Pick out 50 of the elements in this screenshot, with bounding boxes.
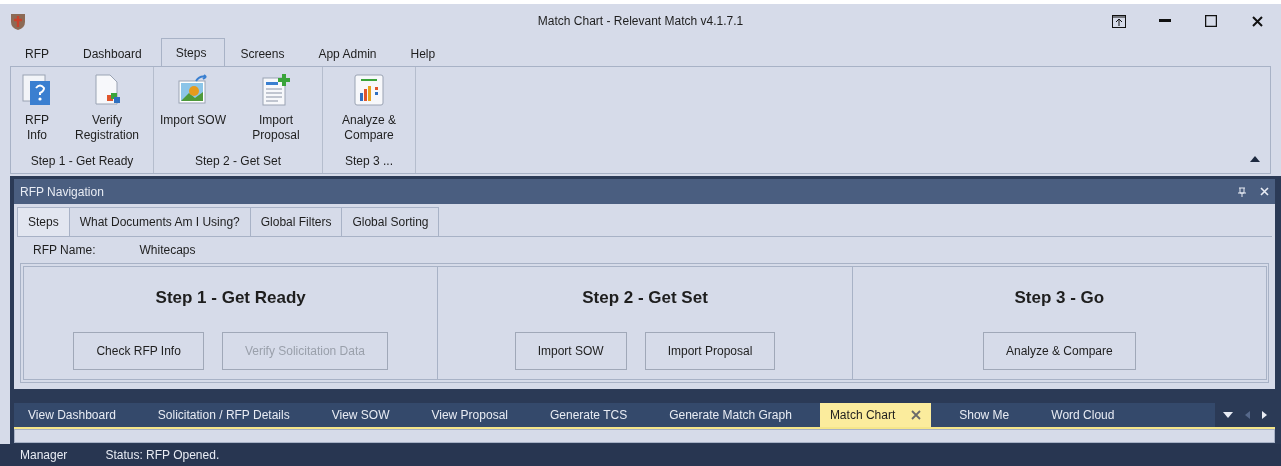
step-title: Step 3 - Go xyxy=(1014,288,1105,308)
ribbon-tab[interactable]: Dashboard xyxy=(68,40,161,66)
ribbon-tab[interactable]: App Admin xyxy=(303,40,396,66)
pin-window-icon[interactable] xyxy=(1112,14,1126,28)
image-import-icon xyxy=(176,73,210,107)
ribbon-tab[interactable]: Steps xyxy=(160,38,226,66)
pin-icon[interactable] xyxy=(1238,186,1246,197)
collapse-ribbon-icon[interactable] xyxy=(1250,156,1260,162)
document-tab[interactable]: Generate TCS xyxy=(536,403,642,427)
group-label: Step 1 - Get Ready xyxy=(30,154,134,168)
document-tab[interactable]: Generate Match Graph xyxy=(655,403,806,427)
step-title: Step 2 - Get Set xyxy=(582,288,708,308)
step-button[interactable]: Check RFP Info xyxy=(73,332,204,370)
field-label: RFP Name: xyxy=(33,243,96,257)
maximize-icon[interactable] xyxy=(1205,15,1217,27)
group-label: Step 3 ... xyxy=(345,154,394,168)
ribbon-button[interactable]: RFP Info xyxy=(13,67,61,154)
ribbon-button[interactable]: Import Proposal xyxy=(232,67,320,154)
document-tab[interactable]: View Proposal xyxy=(417,403,522,427)
document-tab[interactable]: Match Chart xyxy=(819,403,932,427)
step-title: Step 1 - Get Ready xyxy=(155,288,306,308)
ribbon-button[interactable]: Analyze & Compare xyxy=(325,67,413,154)
window-title: Match Chart - Relevant Match v4.1.7.1 xyxy=(537,14,744,28)
step-button[interactable]: Import Proposal xyxy=(644,332,776,370)
panel-tab[interactable]: Global Sorting xyxy=(341,207,440,236)
bar-chart-icon xyxy=(352,73,386,107)
minimize-icon[interactable] xyxy=(1159,19,1171,23)
step-button[interactable]: Import SOW xyxy=(514,332,627,370)
panel-tab[interactable]: Steps xyxy=(17,207,70,236)
dropdown-icon[interactable] xyxy=(1223,412,1233,418)
document-tab[interactable]: Show Me xyxy=(945,403,1024,427)
ribbon-tab[interactable]: Help xyxy=(395,40,455,66)
step-button[interactable]: Analyze & Compare xyxy=(982,332,1136,370)
rfp-name-value: Whitecaps xyxy=(139,243,196,257)
status-text: Status: RFP Opened. xyxy=(105,448,220,462)
close-icon[interactable] xyxy=(1251,15,1263,27)
document-tab[interactable]: View Dashboard xyxy=(14,403,130,427)
ribbon-button[interactable]: Verify Registration xyxy=(63,67,151,154)
ribbon-button[interactable]: Import SOW xyxy=(156,67,230,154)
ribbon-tab[interactable]: Screens xyxy=(225,40,304,66)
document-tab[interactable]: View SOW xyxy=(317,403,404,427)
ribbon-tab[interactable]: RFP xyxy=(10,40,68,66)
group-label: Step 2 - Get Set xyxy=(195,154,282,168)
scroll-right-icon[interactable] xyxy=(1262,411,1267,419)
document-tab[interactable]: Solicitation / RFP Details xyxy=(143,403,304,427)
status-user: Manager xyxy=(20,448,68,462)
panel-title: RFP Navigation xyxy=(20,184,104,199)
document-tab[interactable]: Word Cloud xyxy=(1037,403,1129,427)
app-logo-icon xyxy=(10,12,26,30)
add-document-icon xyxy=(259,73,293,107)
